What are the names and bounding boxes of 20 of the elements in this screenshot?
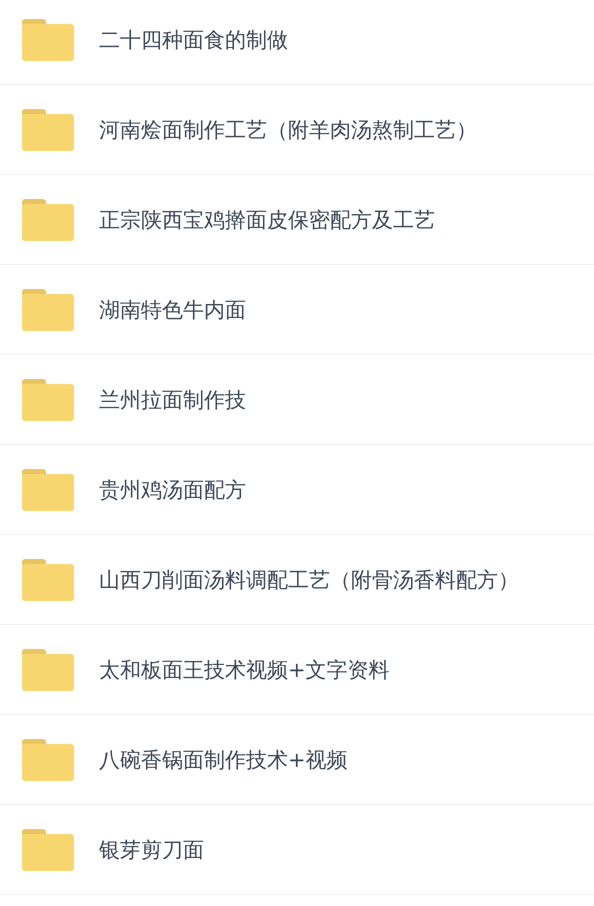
folder-item[interactable]: 二十四种面食的制做 [0,0,594,85]
folder-item[interactable]: 河南烩面制作工艺（附羊肉汤熬制工艺） [0,85,594,175]
folder-item[interactable]: 贵州鸡汤面配方 [0,445,594,535]
folder-item[interactable]: 八碗香锅面制作技术+视频 [0,715,594,805]
folder-icon [22,468,74,510]
folder-item[interactable]: 银芽剪刀面 [0,805,594,895]
folder-item[interactable]: 太和板面王技术视频+文字资料 [0,625,594,715]
folder-icon [22,738,74,780]
folder-icon [22,378,74,420]
folder-icon [22,828,74,870]
folder-icon [22,18,74,60]
folder-item[interactable]: 兰州拉面制作技 [0,355,594,445]
folder-icon [22,558,74,600]
folder-item[interactable]: 正宗陕西宝鸡擀面皮保密配方及工艺 [0,175,594,265]
folder-icon [22,648,74,690]
folder-item[interactable]: 湖南特色牛内面 [0,265,594,355]
folder-icon [22,198,74,240]
folder-item[interactable]: 山西刀削面汤料调配工艺（附骨汤香料配方） [0,535,594,625]
folder-icon [22,288,74,330]
folder-icon [22,108,74,150]
